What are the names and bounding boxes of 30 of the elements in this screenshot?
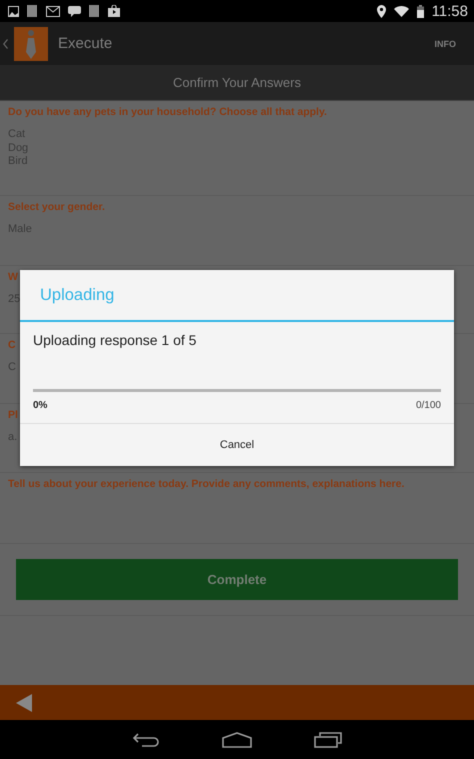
dialog-message: Uploading response 1 of 5 bbox=[33, 332, 198, 348]
cancel-button[interactable]: Cancel bbox=[20, 423, 454, 466]
app-title: Execute bbox=[58, 35, 112, 52]
question-text: Pl bbox=[8, 409, 18, 421]
home-icon[interactable] bbox=[222, 732, 252, 748]
question-text: W bbox=[8, 271, 18, 283]
recent-apps-icon[interactable] bbox=[314, 732, 342, 748]
chat-icon bbox=[68, 5, 81, 17]
dialog-title: Uploading bbox=[40, 286, 114, 304]
clock-time: 11:58 bbox=[432, 2, 468, 20]
barcode-icon bbox=[27, 5, 38, 17]
question-text: Do you have any pets in your household? Choose all that apply. bbox=[8, 106, 327, 118]
back-icon[interactable] bbox=[132, 732, 160, 748]
location-pin-icon bbox=[376, 4, 386, 18]
complete-button[interactable]: Complete bbox=[16, 559, 458, 600]
question-text: Select your gender. bbox=[8, 201, 105, 213]
back-caret-icon[interactable] bbox=[3, 38, 8, 48]
mail-icon bbox=[46, 6, 60, 16]
progress-count: 0/100 bbox=[416, 400, 441, 411]
progress-percent: 0% bbox=[33, 400, 48, 411]
subtitle-bar: Confirm Your Answers bbox=[0, 65, 474, 101]
picture-icon bbox=[8, 6, 19, 16]
info-button[interactable]: INFO bbox=[430, 34, 460, 52]
battery-icon bbox=[416, 4, 424, 18]
question-text: C bbox=[8, 339, 16, 351]
barcode-icon bbox=[89, 5, 100, 17]
question-text: Tell us about your experience today. Provide any comments, explanations here. bbox=[8, 478, 404, 490]
back-triangle-icon[interactable] bbox=[16, 694, 32, 712]
wifi-icon bbox=[394, 5, 409, 17]
shopping-bag-icon bbox=[108, 5, 120, 17]
